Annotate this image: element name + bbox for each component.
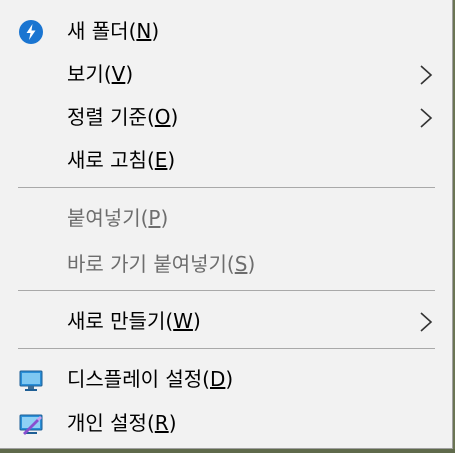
menu-item-paste: 붙여넣기(P) bbox=[0, 198, 452, 238]
menu-item-label: 새로 만들기(W) bbox=[67, 309, 201, 333]
menu-item-label: 디스플레이 설정(D) bbox=[67, 367, 234, 391]
menu-item-new[interactable]: 새로 만들기(W) bbox=[0, 301, 452, 341]
menu-item-personalize[interactable]: 개인 설정(R) bbox=[0, 403, 452, 443]
chevron-right-icon bbox=[420, 312, 433, 332]
menu-item-label: 보기(V) bbox=[67, 62, 134, 86]
chevron-right-icon bbox=[420, 108, 433, 128]
new-folder-badge-icon bbox=[19, 20, 43, 44]
menu-item-display-settings[interactable]: 디스플레이 설정(D) bbox=[0, 359, 452, 399]
menu-item-label: 개인 설정(R) bbox=[67, 411, 177, 435]
menu-item-new-folder[interactable]: 새 폴더(N) bbox=[0, 11, 452, 51]
desktop-context-menu: 새 폴더(N) 보기(V) 정렬 기준(O) 새로 고침(E) 붙여넣기(P) … bbox=[0, 0, 453, 449]
menu-item-label: 새로 고침(E) bbox=[67, 148, 176, 172]
menu-separator bbox=[18, 290, 435, 291]
menu-item-label: 새 폴더(N) bbox=[67, 19, 160, 43]
menu-item-view[interactable]: 보기(V) bbox=[0, 54, 452, 94]
chevron-right-icon bbox=[420, 65, 433, 85]
menu-item-label: 바로 가기 붙여넣기(S) bbox=[67, 252, 256, 276]
menu-item-label: 정렬 기준(O) bbox=[67, 105, 179, 129]
menu-item-paste-shortcut: 바로 가기 붙여넣기(S) bbox=[0, 244, 452, 284]
display-settings-icon bbox=[19, 370, 43, 391]
desktop-background-strip bbox=[0, 449, 455, 453]
menu-separator bbox=[18, 187, 435, 188]
personalize-icon bbox=[19, 414, 43, 435]
menu-separator bbox=[18, 348, 435, 349]
menu-item-refresh[interactable]: 새로 고침(E) bbox=[0, 140, 452, 180]
menu-item-label: 붙여넣기(P) bbox=[67, 206, 169, 230]
menu-item-sort-by[interactable]: 정렬 기준(O) bbox=[0, 97, 452, 137]
